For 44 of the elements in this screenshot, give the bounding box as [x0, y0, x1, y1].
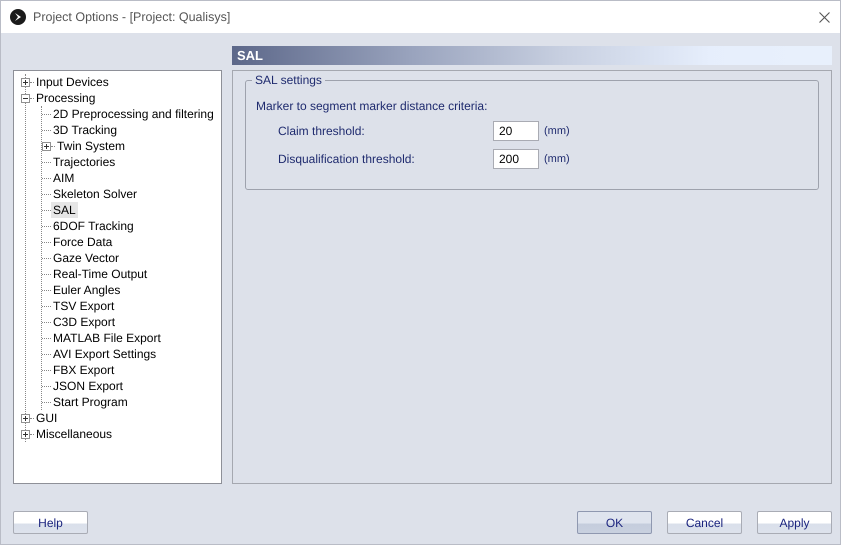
- expand-icon[interactable]: [21, 430, 30, 438]
- tree-item[interactable]: SAL: [51, 202, 78, 218]
- tree-item[interactable]: Trajectories: [51, 154, 118, 170]
- dialog-button[interactable]: OK: [577, 511, 652, 534]
- page-header: SAL: [232, 46, 832, 65]
- input-field[interactable]: 200: [493, 149, 539, 169]
- caption-text: Marker to segment marker distance criteria:: [256, 99, 488, 113]
- tree-item[interactable]: Twin System: [55, 138, 128, 154]
- tree-item[interactable]: AVI Export Settings: [51, 346, 158, 362]
- tree-item[interactable]: Euler Angles: [51, 282, 122, 298]
- window-title: Project Options - [Project: Qualisys]: [33, 10, 232, 24]
- tree-item[interactable]: TSV Export: [51, 298, 116, 314]
- tree-item[interactable]: MATLAB File Export: [51, 330, 163, 346]
- tree-item[interactable]: JSON Export: [51, 378, 126, 394]
- tree-item[interactable]: Processing: [34, 90, 98, 106]
- app-logo-icon: [10, 9, 26, 25]
- field-label: Disqualification threshold:: [278, 152, 416, 166]
- tree-item[interactable]: Real-Time Output: [51, 266, 150, 282]
- tree-item[interactable]: GUI: [34, 410, 60, 426]
- tree-item[interactable]: Skeleton Solver: [51, 186, 140, 202]
- expand-icon[interactable]: [21, 414, 30, 422]
- field-label: Claim threshold:: [278, 124, 366, 138]
- tree-item[interactable]: C3D Export: [51, 314, 118, 330]
- expand-icon[interactable]: [42, 142, 51, 150]
- group-title: SAL settings: [252, 73, 325, 87]
- input-field[interactable]: 20: [493, 121, 539, 141]
- tree-item[interactable]: Gaze Vector: [51, 250, 122, 266]
- collapse-icon[interactable]: [21, 94, 30, 102]
- expand-icon[interactable]: [21, 78, 30, 86]
- tree-item[interactable]: Force Data: [51, 234, 114, 250]
- tree-item[interactable]: FBX Export: [51, 362, 116, 378]
- unit-label: (mm): [544, 153, 571, 165]
- unit-label: (mm): [544, 125, 571, 137]
- dialog-button[interactable]: Apply: [757, 511, 832, 534]
- tree-item[interactable]: 2D Preprocessing and filtering: [51, 106, 216, 122]
- close-icon[interactable]: [819, 12, 830, 22]
- tree-item[interactable]: AIM: [51, 170, 76, 186]
- tree-item[interactable]: 6DOF Tracking: [51, 218, 136, 234]
- dialog-button[interactable]: Cancel: [667, 511, 742, 534]
- tree-item[interactable]: 3D Tracking: [51, 122, 120, 138]
- tree-item[interactable]: Input Devices: [34, 74, 111, 90]
- tree-item[interactable]: Miscellaneous: [34, 426, 114, 442]
- tree-item[interactable]: Start Program: [51, 394, 130, 410]
- help-button[interactable]: Help: [13, 511, 88, 534]
